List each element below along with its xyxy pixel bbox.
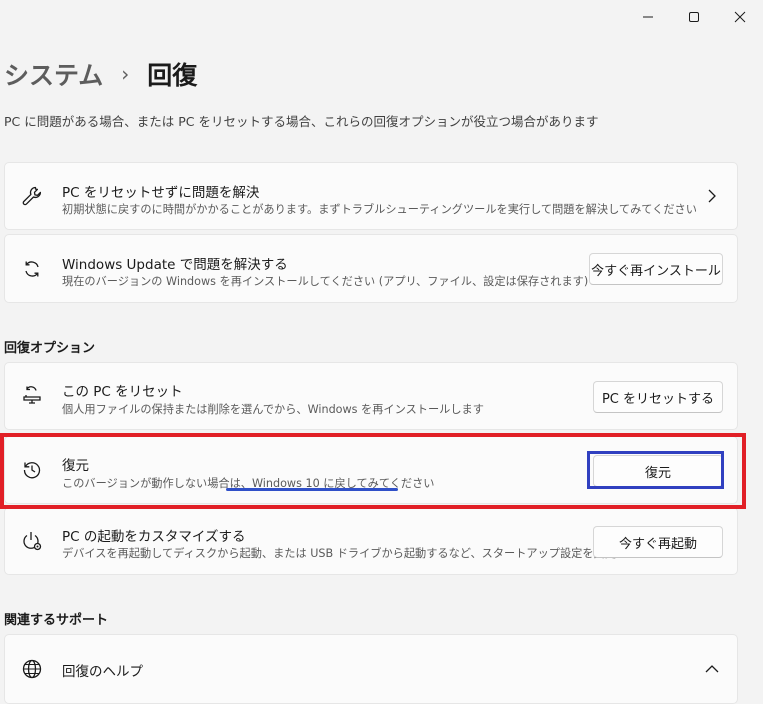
- close-icon: [734, 11, 746, 23]
- maximize-icon: [689, 12, 699, 22]
- refresh-icon: [21, 258, 43, 280]
- windows-update-fix-title: Windows Update で問題を解決する: [62, 257, 288, 273]
- reset-pc-card: この PC をリセット 個人用ファイルの保持または削除を選んでから、Window…: [4, 362, 738, 430]
- related-support-heading: 関連するサポート: [4, 613, 109, 628]
- page-description: PC に問題がある場合、または PC をリセットする場合、これらの回復オプション…: [4, 114, 599, 129]
- restart-now-button[interactable]: 今すぐ再起動: [593, 526, 723, 558]
- maximize-button[interactable]: [671, 0, 717, 34]
- troubleshoot-title: PC をリセットせずに問題を解決: [62, 185, 260, 201]
- close-button[interactable]: [717, 0, 763, 34]
- windows-update-fix-subtitle: 現在のバージョンの Windows を再インストールしてください (アプリ、ファ…: [62, 275, 589, 288]
- chevron-right-icon: [705, 189, 719, 203]
- blue-underline: [226, 488, 398, 491]
- breadcrumb: システム › 回復: [4, 56, 197, 92]
- troubleshoot-subtitle: 初期状態に戻すのに時間がかかることがあります。まずトラブルシューティングツールを…: [62, 203, 697, 216]
- windows-update-fix-card: Windows Update で問題を解決する 現在のバージョンの Window…: [4, 234, 738, 303]
- advanced-startup-card: PC の起動をカスタマイズする デバイスを再起動してディスクから起動、または U…: [4, 507, 738, 575]
- advanced-startup-subtitle: デバイスを再起動してディスクから起動、または USB ドライブから起動するなど、…: [62, 547, 639, 560]
- recovery-help-expander[interactable]: 回復のヘルプ: [4, 634, 738, 704]
- minimize-icon: [643, 16, 653, 18]
- reset-pc-icon: [21, 385, 43, 407]
- recovery-help-title: 回復のヘルプ: [62, 664, 143, 680]
- page-title: 回復: [147, 61, 198, 90]
- breadcrumb-separator: ›: [121, 62, 130, 86]
- wrench-icon: [21, 185, 43, 207]
- troubleshoot-card[interactable]: PC をリセットせずに問題を解決 初期状態に戻すのに時間がかかることがあります。…: [4, 162, 738, 230]
- breadcrumb-parent[interactable]: システム: [4, 56, 103, 92]
- reset-pc-title: この PC をリセット: [62, 384, 183, 400]
- window-controls: [625, 0, 763, 34]
- reset-pc-subtitle: 個人用ファイルの保持または削除を選んでから、Windows を再インストールしま…: [62, 403, 484, 416]
- chevron-up-icon: [705, 662, 719, 676]
- advanced-startup-icon: [21, 530, 43, 552]
- blue-highlight-box: [587, 451, 724, 489]
- minimize-button[interactable]: [625, 0, 671, 34]
- advanced-startup-title: PC の起動をカスタマイズする: [62, 529, 246, 545]
- reinstall-now-button[interactable]: 今すぐ再インストール: [589, 253, 723, 285]
- reset-pc-button[interactable]: PC をリセットする: [593, 381, 723, 413]
- globe-icon: [21, 658, 43, 680]
- recovery-options-heading: 回復オプション: [4, 341, 96, 356]
